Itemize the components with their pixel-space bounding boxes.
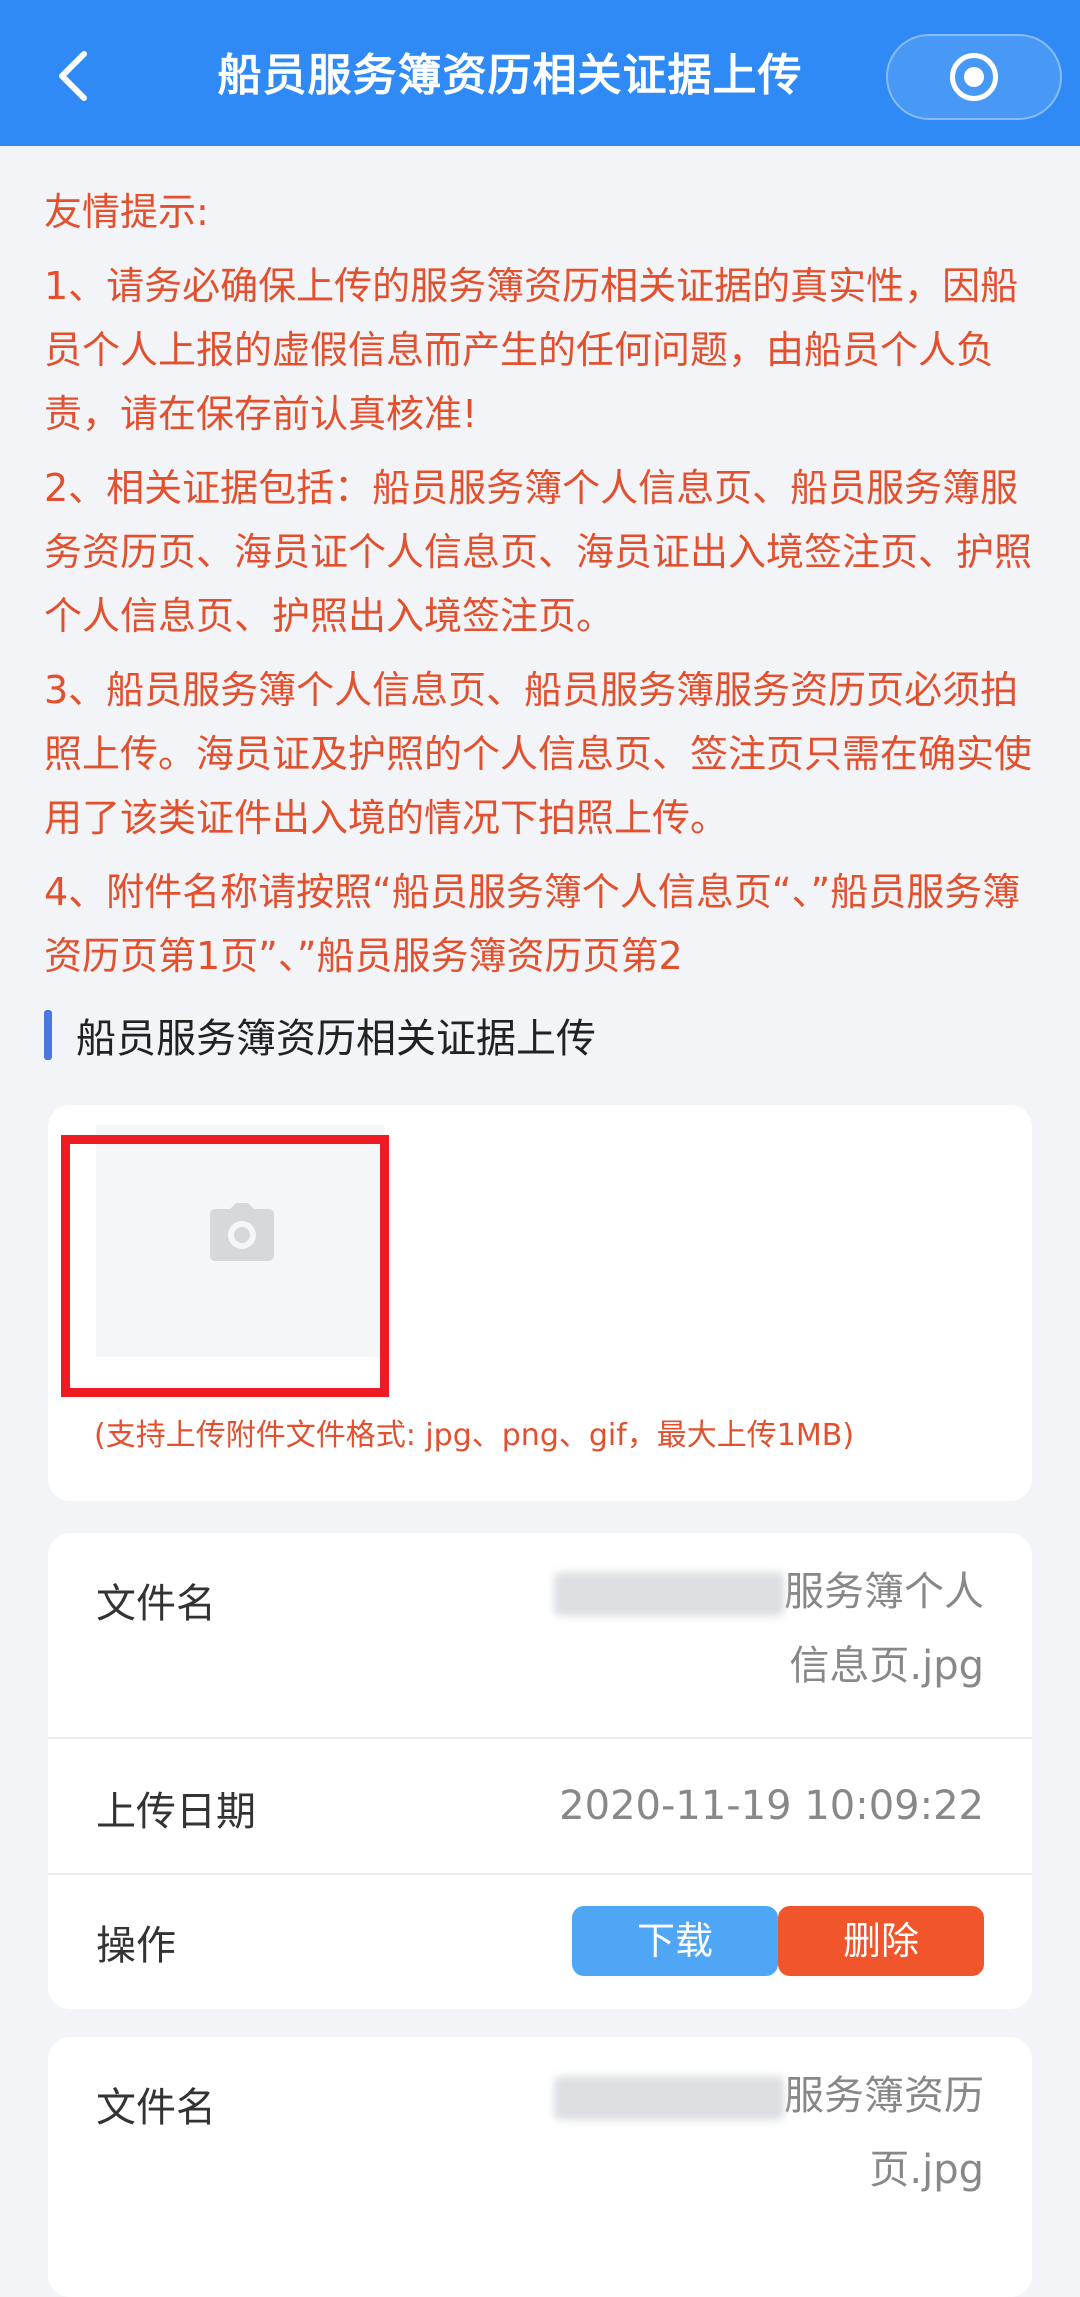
file-name-label: 文件名: [96, 2085, 216, 2131]
notice-item-4: 4、附件名称请按照“船员服务簿个人信息页“、”船员服务簿资历页第1页”、”船员服…: [44, 870, 1021, 978]
notice-heading: 友情提示:: [44, 190, 209, 234]
file-name-value: 服务簿个人 信息页.jpg: [554, 1555, 984, 1703]
highlight-box: [61, 1135, 389, 1397]
top-bar: 船员服务簿资历相关证据上传: [0, 0, 1080, 146]
section-accent-bar: [44, 1010, 52, 1060]
file-name-row: 文件名 服务簿个人 信息页.jpg: [48, 1533, 1032, 1739]
upload-date-row: 上传日期 2020-11-19 10:09:22: [48, 1739, 1032, 1875]
upload-format-hint: (支持上传附件文件格式: jpg、png、gif，最大上传1MB): [94, 1418, 855, 1453]
delete-button[interactable]: 删除: [778, 1906, 984, 1976]
notice-item-3: 3、船员服务簿个人信息页、船员服务簿服务资历页必须拍照上传。海员证及护照的个人信…: [44, 668, 1033, 840]
redacted-text: [554, 2076, 784, 2120]
miniprogram-capsule[interactable]: [886, 34, 1062, 120]
download-button[interactable]: 下载: [572, 1906, 778, 1976]
notice-item-1: 1、请务必确保上传的服务簿资历相关证据的真实性，因船员个人上报的虚假信息而产生的…: [44, 264, 1019, 436]
file-name-value: 服务簿资历 页.jpg: [554, 2059, 984, 2207]
notice: 友情提示: 1、请务必确保上传的服务簿资历相关证据的真实性，因船员个人上报的虚假…: [44, 180, 1034, 998]
operation-row: 操作 下载 删除: [48, 1875, 1032, 2009]
redacted-text: [554, 1572, 784, 1616]
upload-card: (支持上传附件文件格式: jpg、png、gif，最大上传1MB): [48, 1105, 1032, 1501]
section-title: 船员服务簿资历相关证据上传: [76, 1016, 596, 1062]
operation-label: 操作: [96, 1923, 176, 1969]
file-card: 文件名 服务簿资历 页.jpg: [48, 2037, 1032, 2297]
notice-item-2: 2、相关证据包括：船员服务簿个人信息页、船员服务簿服务资历页、海员证个人信息页、…: [44, 466, 1033, 638]
file-name-row: 文件名 服务簿资历 页.jpg: [48, 2037, 1032, 2241]
section-header: 船员服务簿资历相关证据上传: [44, 1005, 596, 1065]
upload-date-label: 上传日期: [96, 1789, 256, 1835]
file-name-label: 文件名: [96, 1581, 216, 1627]
file-card: 文件名 服务簿个人 信息页.jpg 上传日期 2020-11-19 10:09:…: [48, 1533, 1032, 2009]
upload-date-value: 2020-11-19 10:09:22: [559, 1783, 984, 1829]
page-title: 船员服务簿资历相关证据上传: [217, 50, 803, 101]
back-icon[interactable]: [44, 40, 104, 112]
